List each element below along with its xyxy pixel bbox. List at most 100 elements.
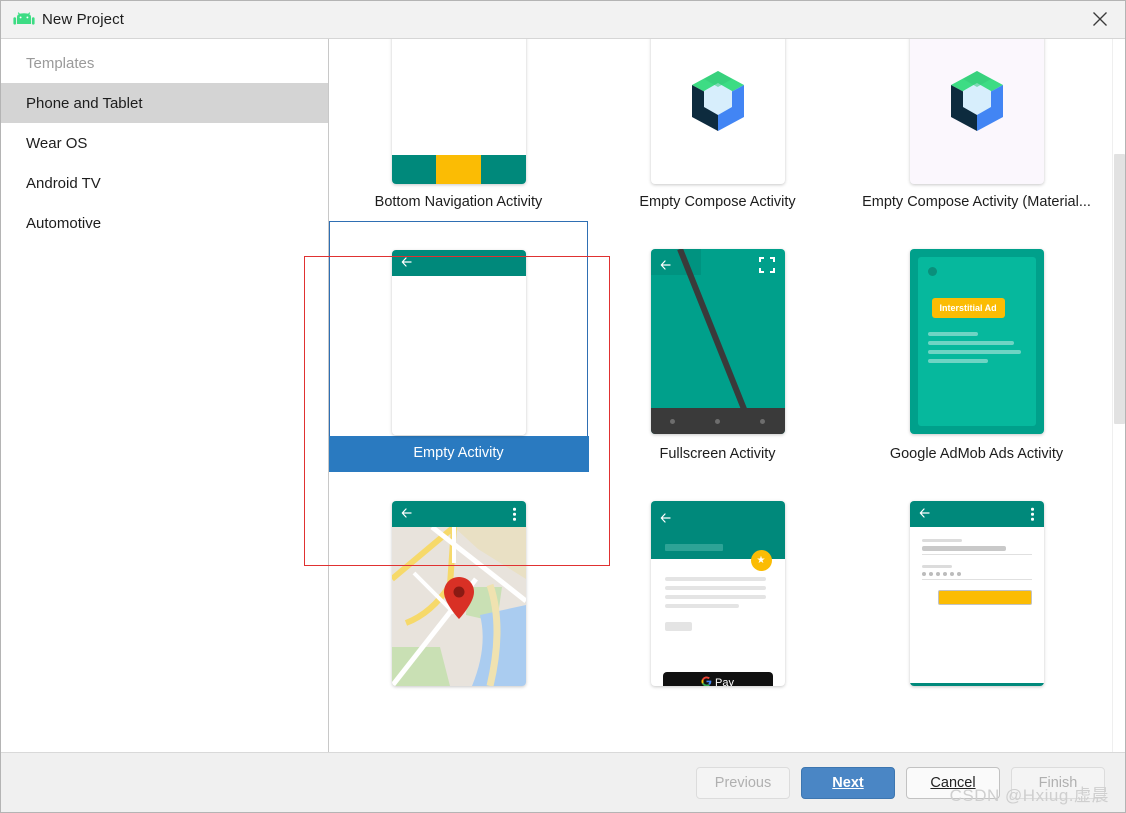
template-row: Bottom Navigation Activity Empty Compose… (329, 39, 1125, 221)
new-project-dialog: New Project Templates Phone and Tablet W… (0, 0, 1126, 813)
sign-in-button-placeholder (937, 590, 1032, 605)
template-card-empty-compose-activity[interactable]: Empty Compose Activity (588, 39, 847, 221)
sidebar-item-label: Automotive (26, 214, 102, 232)
finish-button-label: Finish (1038, 774, 1078, 791)
placeholder-line (664, 577, 767, 581)
sidebar-item-wear-os[interactable]: Wear OS (1, 123, 328, 163)
template-row: Empty Activity Fullscreen Activity Inter… (329, 221, 1125, 473)
template-grid: Bottom Navigation Activity Empty Compose… (329, 39, 1125, 725)
back-arrow-icon (401, 254, 412, 272)
android-robot-icon (12, 10, 36, 30)
template-card-empty-compose-activity-material3[interactable]: PREVIEW (847, 39, 1106, 221)
next-button-label: Next (832, 774, 864, 791)
sidebar-item-phone-and-tablet[interactable]: Phone and Tablet (1, 83, 328, 123)
bottom-accent-bar (909, 683, 1044, 686)
close-icon[interactable] (1075, 1, 1125, 37)
template-thumbnail (588, 221, 847, 436)
cancel-button[interactable]: Cancel (906, 766, 1000, 799)
content-area (651, 39, 785, 184)
placeholder-line (927, 359, 989, 363)
template-thumbnail (588, 39, 847, 184)
template-card-google-pay-activity[interactable]: ★ Pay (588, 473, 847, 725)
interstitial-ad-badge: Interstitial Ad (931, 298, 1005, 318)
field-label-placeholder (921, 539, 962, 542)
placeholder-line (664, 604, 739, 608)
sidebar-item-android-tv[interactable]: Android TV (1, 163, 328, 203)
scrollbar-thumb[interactable] (1114, 154, 1125, 424)
placeholder-line (664, 544, 723, 551)
template-row: ★ Pay (329, 473, 1125, 725)
placeholder-line (664, 622, 693, 631)
cancel-button-label: Cancel (930, 774, 976, 791)
gallery-scrollbar[interactable] (1112, 39, 1125, 752)
template-label (847, 688, 1106, 725)
system-navigation-bar (650, 408, 785, 434)
sidebar-item-label: Wear OS (26, 134, 88, 152)
template-label: Empty Compose Activity (Material... (862, 194, 1091, 210)
jetpack-compose-logo-icon (947, 69, 1007, 140)
template-category-sidebar: Templates Phone and Tablet Wear OS Andro… (1, 39, 329, 752)
window-title: New Project (42, 11, 124, 28)
template-gallery: Bottom Navigation Activity Empty Compose… (329, 39, 1125, 752)
template-thumbnail (329, 39, 588, 184)
title-bar: New Project (1, 1, 1125, 39)
template-thumbnail (329, 473, 588, 688)
field-underline (921, 579, 1032, 580)
google-pay-button: Pay (662, 672, 773, 686)
bottom-navigation-bar (391, 155, 526, 184)
finish-button[interactable]: Finish (1011, 766, 1105, 799)
placeholder-line (927, 332, 979, 336)
field-underline (921, 554, 1032, 555)
google-g-icon (701, 676, 712, 686)
template-card-bottom-navigation-activity[interactable]: Bottom Navigation Activity (329, 39, 588, 221)
back-arrow-icon (660, 510, 671, 528)
empty-activity-thumbnail (391, 250, 526, 435)
template-card-google-admob-ads-activity[interactable]: Interstitial Ad Google AdMob Ads Activit… (847, 221, 1106, 473)
previous-button[interactable]: Previous (696, 766, 790, 799)
compose-thumbnail (650, 39, 785, 184)
google-maps-thumbnail (391, 501, 526, 686)
placeholder-line (927, 350, 1021, 354)
login-activity-thumbnail (909, 501, 1044, 686)
sidebar-item-label: Android TV (26, 174, 101, 192)
sidebar-item-label: Phone and Tablet (26, 94, 143, 112)
back-arrow-icon (401, 505, 412, 523)
template-card-empty-activity[interactable]: Empty Activity (329, 221, 589, 473)
dialog-footer: Previous Next Cancel Finish CSDN @Hxiug.… (1, 752, 1125, 812)
template-label (588, 688, 847, 725)
star-fab-icon: ★ (750, 550, 772, 571)
template-thumbnail: Interstitial Ad (847, 221, 1106, 436)
template-card-fullscreen-activity[interactable]: Fullscreen Activity (588, 221, 847, 473)
template-thumbnail (329, 221, 588, 436)
sidebar-header: Templates (26, 54, 95, 72)
content-area (910, 39, 1044, 184)
template-label: Google AdMob Ads Activity (889, 446, 1064, 462)
placeholder-line (927, 341, 1014, 345)
template-card-login-activity[interactable] (847, 473, 1106, 725)
field-value-placeholder (921, 546, 1006, 551)
status-dot-icon (927, 267, 937, 276)
placeholder-line (664, 595, 767, 599)
password-dots-icon (921, 572, 1032, 576)
content-area (391, 39, 526, 155)
map-canvas (391, 527, 526, 686)
template-thumbnail: ★ Pay (588, 473, 847, 688)
overflow-menu-icon (513, 507, 516, 521)
template-thumbnail (847, 473, 1106, 688)
appbar (909, 501, 1044, 527)
login-form (910, 527, 1044, 605)
template-label: Empty Compose Activity (639, 194, 796, 210)
ad-surface: Interstitial Ad (917, 257, 1036, 426)
template-label: Fullscreen Activity (659, 446, 776, 462)
placeholder-line (664, 586, 767, 590)
sidebar-item-automotive[interactable]: Automotive (1, 203, 328, 243)
field-label-placeholder (921, 565, 952, 568)
template-card-google-maps-activity[interactable] (329, 473, 588, 725)
fullscreen-expand-icon (758, 257, 775, 278)
back-arrow-icon (919, 505, 930, 523)
compose-material3-thumbnail: PREVIEW (909, 39, 1044, 184)
next-button[interactable]: Next (801, 766, 895, 799)
appbar (391, 501, 526, 527)
back-arrow-icon (660, 257, 671, 275)
template-thumbnail: PREVIEW (847, 39, 1106, 184)
